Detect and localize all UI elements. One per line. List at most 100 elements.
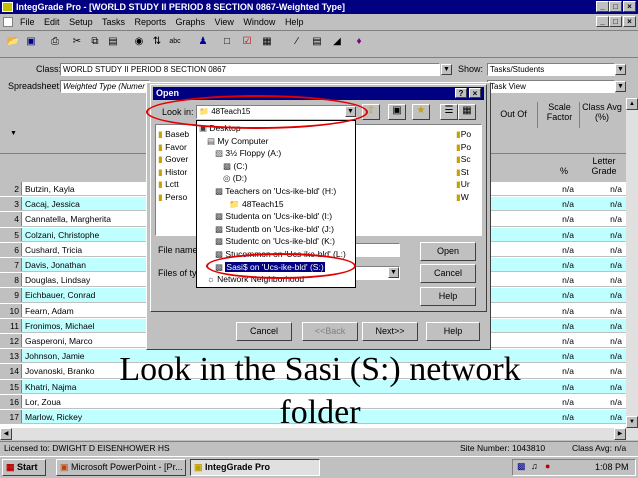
doc-restore-button[interactable]: □ xyxy=(609,16,622,27)
menu-edit[interactable]: Edit xyxy=(44,17,60,27)
list-view-icon[interactable]: ☰ xyxy=(440,104,458,120)
student-name[interactable]: Douglas, Lindsay xyxy=(23,273,153,287)
menu-graphs[interactable]: Graphs xyxy=(176,17,206,27)
taskbar-integrade[interactable]: ▣ IntegGrade Pro xyxy=(190,459,320,476)
minimize-button[interactable]: _ xyxy=(596,1,609,12)
area-graph-icon[interactable]: ◢ xyxy=(328,34,346,52)
dialog-help-icon[interactable]: ? xyxy=(455,88,467,98)
look-in-option[interactable]: ▩ Teachers on 'Ucs-ike-bld' (H:) xyxy=(197,185,355,198)
folder-item[interactable]: ▮ Lctt xyxy=(158,178,198,191)
student-name[interactable]: Fearn, Adam xyxy=(23,304,153,318)
student-name[interactable]: Cannatella, Margherita xyxy=(23,212,153,226)
vertical-scrollbar[interactable] xyxy=(626,98,638,428)
help-button[interactable]: Help xyxy=(420,287,476,306)
student-name[interactable]: Gasperoni, Marco xyxy=(23,334,153,348)
folder-item[interactable]: ▮W xyxy=(456,191,480,204)
maximize-button[interactable]: □ xyxy=(609,1,622,12)
open-folder-icon[interactable]: 📂 xyxy=(4,34,22,52)
files-of-type-dropdown-icon[interactable]: ▼ xyxy=(388,267,399,278)
col-out-of[interactable]: Out Of xyxy=(490,102,538,128)
menu-view[interactable]: View xyxy=(215,17,234,27)
folder-item[interactable]: ▮ Gover xyxy=(158,153,198,166)
sort-arrow-icon[interactable]: ▼ xyxy=(10,130,17,137)
paste-icon[interactable]: ▤ xyxy=(104,34,122,52)
student-name[interactable]: Eichbauer, Conrad xyxy=(23,288,153,302)
menu-tasks[interactable]: Tasks xyxy=(102,17,125,27)
col-scale-factor[interactable]: Scale Factor xyxy=(540,102,580,128)
folder-item[interactable]: ▮Po xyxy=(456,128,480,141)
copy-icon[interactable]: ⧉ xyxy=(86,34,104,52)
student-icon[interactable]: ♟ xyxy=(194,34,212,52)
wizard-back-button[interactable]: <<Back xyxy=(302,322,358,341)
show-select[interactable]: Tasks/Students xyxy=(487,63,615,76)
student-name[interactable]: Davis, Jonathan xyxy=(23,258,153,272)
look-in-option[interactable]: ▤ My Computer xyxy=(197,135,355,148)
look-in-option[interactable]: ▩ (C:) xyxy=(197,160,355,173)
spreadsheet-select[interactable]: Weighted Type (Numer xyxy=(60,80,150,93)
menu-file[interactable]: File xyxy=(20,17,35,27)
folder-item[interactable]: ▮ Baseb xyxy=(158,128,198,141)
menu-window[interactable]: Window xyxy=(243,17,275,27)
wizard-next-button[interactable]: Next>> xyxy=(362,322,418,341)
find-icon[interactable]: ◉ xyxy=(130,34,148,52)
network-icon[interactable]: ▩ xyxy=(517,461,526,472)
volume-icon[interactable]: ♫ xyxy=(531,461,538,471)
cancel-button[interactable]: Cancel xyxy=(420,264,476,283)
cut-icon[interactable]: ✂ xyxy=(68,34,86,52)
student-name[interactable]: Fronimos, Michael xyxy=(23,319,153,333)
taskbar-powerpoint[interactable]: ▣ Microsoft PowerPoint - [Pr... xyxy=(56,459,186,476)
look-in-option[interactable]: ▩ Studentb on 'Ucs-ike-bld' (J:) xyxy=(197,223,355,236)
calendar-icon[interactable]: ▦ xyxy=(258,34,276,52)
view-select[interactable]: Task View xyxy=(487,80,615,93)
tray-app-icon[interactable]: ● xyxy=(545,461,550,471)
wizard-cancel-button[interactable]: Cancel xyxy=(236,322,292,341)
scroll-down-icon[interactable]: ▼ xyxy=(626,416,638,428)
print-icon[interactable]: ⎙ xyxy=(46,34,64,52)
check-icon[interactable]: ☑ xyxy=(238,34,256,52)
dialog-close-icon[interactable]: × xyxy=(469,88,481,98)
start-button[interactable]: ▦ Start xyxy=(2,459,46,476)
spell-icon[interactable]: abc xyxy=(166,34,184,52)
menu-help[interactable]: Help xyxy=(285,17,304,27)
student-name[interactable]: Colzani, Christophe xyxy=(23,228,153,242)
view-dropdown-icon[interactable]: ▼ xyxy=(615,81,626,92)
class-select[interactable]: WORLD STUDY II PERIOD 8 SECTION 0867 xyxy=(60,63,440,76)
scroll-right-icon[interactable]: ▶ xyxy=(614,428,626,440)
look-in-option[interactable]: 📁 48Teach15 xyxy=(197,198,355,211)
col-class-avg[interactable]: Class Avg (%) xyxy=(582,102,622,128)
blank-icon[interactable]: □ xyxy=(218,34,236,52)
bar-graph-icon[interactable]: ▤ xyxy=(308,34,326,52)
show-dropdown-icon[interactable]: ▼ xyxy=(615,64,626,75)
folder-item[interactable]: ▮Ur xyxy=(456,178,480,191)
details-view-icon[interactable]: ▦ xyxy=(458,104,476,120)
look-in-option[interactable]: ▧ 3½ Floppy (A:) xyxy=(197,147,355,160)
folder-item[interactable]: ▮ Perso xyxy=(158,191,198,204)
folder-item[interactable]: ▮ Favor xyxy=(158,141,198,154)
menu-reports[interactable]: Reports xyxy=(134,17,166,27)
look-in-option[interactable]: ▩ Studenta on 'Ucs-ike-bld' (I:) xyxy=(197,210,355,223)
new-folder-icon[interactable]: ★ xyxy=(412,104,430,120)
look-in-option[interactable]: ▩ Studentc on 'Ucs-ike-bld' (K:) xyxy=(197,235,355,248)
doc-close-button[interactable]: × xyxy=(623,16,636,27)
desktop-icon[interactable]: ▣ xyxy=(388,104,406,120)
close-button[interactable]: × xyxy=(623,1,636,12)
book-icon[interactable]: ♦ xyxy=(350,34,368,52)
sort-icon[interactable]: ⇅ xyxy=(148,34,166,52)
scroll-up-icon[interactable]: ▲ xyxy=(626,98,638,110)
line-graph-icon[interactable]: ∕ xyxy=(288,34,306,52)
student-name[interactable]: Butzin, Kayla xyxy=(23,182,153,196)
look-in-option[interactable]: ◎ (D:) xyxy=(197,172,355,185)
folder-item[interactable]: ▮Po xyxy=(456,141,480,154)
student-name[interactable]: Cushard, Tricia xyxy=(23,243,153,257)
folder-item[interactable]: ▮St xyxy=(456,166,480,179)
save-icon[interactable]: ▣ xyxy=(22,34,40,52)
scroll-left-icon[interactable]: ◀ xyxy=(0,428,12,440)
folder-item[interactable]: ▮ Histor xyxy=(158,166,198,179)
student-name[interactable]: Cacaj, Jessica xyxy=(23,197,153,211)
menu-setup[interactable]: Setup xyxy=(69,17,93,27)
folder-item[interactable]: ▮Sc xyxy=(456,153,480,166)
doc-minimize-button[interactable]: _ xyxy=(596,16,609,27)
wizard-help-button[interactable]: Help xyxy=(426,322,480,341)
class-dropdown-icon[interactable]: ▼ xyxy=(441,64,452,75)
open-button[interactable]: Open xyxy=(420,242,476,261)
